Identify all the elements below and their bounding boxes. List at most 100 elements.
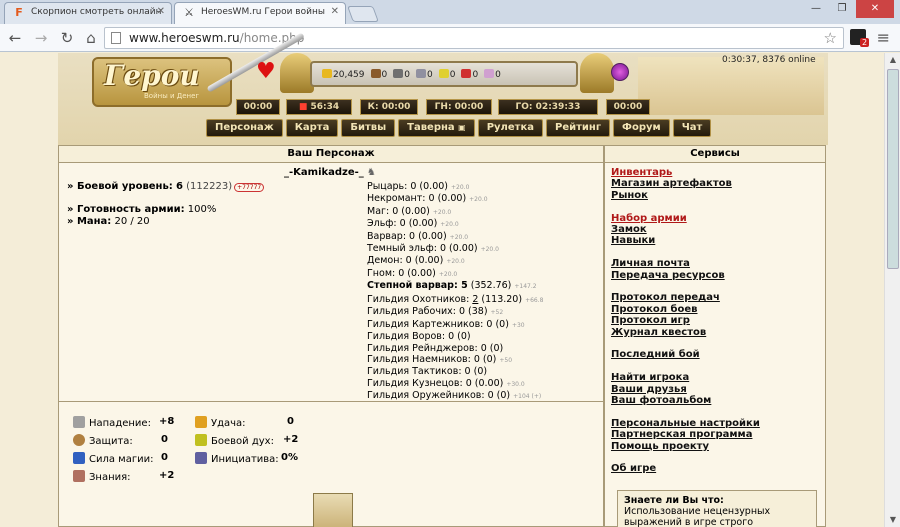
browser-tab-1[interactable]: F Скорпион смотреть онлайн ✕ [4,2,172,24]
did-you-know-box: Знаете ли Вы что: Использование нецензур… [617,490,817,527]
tab-favicon-icon: ⚔ [184,6,194,19]
timer-health: ■ 56:34 [286,99,352,115]
tab-label: HeroesWM.ru Герои войны [201,7,325,17]
service-castle-link[interactable]: Замок [611,224,760,235]
character-panel: Ваш Персонаж _-Kamikadze-_ ♞ » Боевой уро… [58,145,604,527]
service-photo-album-link[interactable]: Ваш фотоальбом [611,395,760,406]
ore-icon [393,68,404,78]
faction-row: Маг: 0 (0.00) +20.0 [367,205,452,217]
faction-row: Варвар: 0 (0.00) +20.0 [367,230,469,242]
service-find-player-link[interactable]: Найти игрока [611,372,760,383]
faction-row: Темный эльф: 0 (0.00) +20.0 [367,243,499,255]
maximize-icon[interactable]: ❐ [830,0,854,18]
browser-tab-2[interactable]: ⚔ HeroesWM.ru Герои войны ✕ [174,2,346,24]
services-panel: Сервисы Инвентарь Магазин артефактов Рын… [604,145,826,527]
service-transfer-log-link[interactable]: Протокол передач [611,292,760,303]
nav-character[interactable]: Персонаж [206,119,283,137]
nav-forum[interactable]: Форум [613,119,670,137]
gold-resource: 20,459 [322,68,365,80]
services-panel-title: Сервисы [605,146,825,163]
guild-row: Гильдия Охотников: 2 (113.20) +66.8 [367,294,544,305]
faction-row: Некромант: 0 (0.00) +20.0 [367,193,488,205]
morale-attr: Боевой дух: [195,434,274,448]
address-bar[interactable]: www.heroeswm.ru/home.php ☆ [104,27,844,49]
scroll-down-arrow-icon[interactable]: ▼ [885,513,900,527]
sulfur-icon [438,68,449,78]
nav-battles[interactable]: Битвы [341,119,396,137]
forward-arrow-icon[interactable]: → [32,29,50,47]
service-artifact-shop-link[interactable]: Магазин артефактов [611,178,760,189]
guild-row: Гильдия Рейнджеров: 0 (0) [367,342,504,354]
combat-level-row: » Боевой уровень: 6 (112223) +77777 [67,181,265,194]
service-last-battle-link[interactable]: Последний бой [611,349,760,360]
tab-favicon-icon: F [15,6,23,19]
new-tab-button[interactable] [347,6,379,22]
service-market-link[interactable]: Рынок [611,190,760,201]
health-heart-icon: ♥ [256,59,276,84]
crystals-icon [461,68,472,78]
service-game-log-link[interactable]: Протокол игр [611,315,760,326]
morale-value: +2 [283,434,299,445]
close-icon[interactable]: ✕ [157,6,165,17]
nav-rating[interactable]: Рейтинг [545,119,611,137]
service-help-project-link[interactable]: Помощь проекту [611,441,760,452]
minimize-icon[interactable]: — [804,0,828,18]
service-battle-log-link[interactable]: Протокол боев [611,304,760,315]
nav-tavern[interactable]: Таверна ▣ [398,119,475,137]
close-icon[interactable]: ✕ [331,6,339,17]
attack-value: +8 [159,416,175,427]
window-close-icon[interactable]: ✕ [856,0,894,18]
scroll-thumb[interactable] [887,69,899,269]
game-nav-menu: Персонаж Карта Битвы Таверна ▣ Рулетка Р… [206,119,712,137]
gold-icon [322,68,332,78]
defense-attr: Защита: [73,434,133,448]
faction-list: Рыцарь: 0 (0.00) +20.0 Некромант: 0 (0.00… [367,181,537,293]
extension-badge: 2 [860,38,870,47]
ornament-right [580,53,614,93]
service-friends-link[interactable]: Ваши друзья [611,384,760,395]
tip-text: Использование нецензурных выражений в иг… [624,506,771,527]
browser-menu-icon[interactable]: ≡ [877,28,890,47]
service-settings-link[interactable]: Персональные настройки [611,418,760,429]
artifact-sword-slot[interactable] [313,493,353,527]
service-about-link[interactable]: Об игре [611,463,760,474]
service-transfer-link[interactable]: Передача ресурсов [611,270,760,281]
nav-map[interactable]: Карта [285,119,339,137]
rainbow-icon [195,416,207,428]
page-icon [111,32,121,44]
timer-k: К: 00:00 [360,99,418,115]
gems-icon [484,68,495,78]
faction-row: Рыцарь: 0 (0.00) +20.0 [367,181,470,192]
page-scrollbar[interactable]: ▲ ▼ [884,53,900,527]
timer-1: 00:00 [236,99,280,115]
home-icon[interactable]: ⌂ [82,29,100,47]
guild-row: Гильдия Картежников: 0 (0) +30 [367,318,525,330]
browser-tabbar: F Скорпион смотреть онлайн ✕ ⚔ HeroesWM.… [0,0,900,24]
service-recruit-army-link[interactable]: Набор армии [611,213,760,224]
scroll-up-arrow-icon[interactable]: ▲ [885,53,900,67]
back-arrow-icon[interactable]: ← [6,29,24,47]
guild-row: Гильдия Тактиков: 0 (0) [367,366,488,378]
service-partner-link[interactable]: Партнерская программа [611,429,760,440]
nav-chat[interactable]: Чат [672,119,712,137]
spellpower-attr: Сила магии: [73,452,153,466]
service-skills-link[interactable]: Навыки [611,235,760,246]
initiative-value: 0% [281,452,298,463]
guild-row: Гильдия Рабочих: 0 (38) +52 [367,306,504,318]
guild-row: Гильдия Воров: 0 (0) [367,331,471,343]
timer-gn: ГН: 00:00 [426,99,492,115]
crystals-resource: 0 [461,68,478,80]
character-panel-title: Ваш Персонаж [59,146,603,163]
mercury-resource: 0 [415,68,433,80]
timer-go: ГО: 02:39:33 [498,99,598,115]
service-inventory-link[interactable]: Инвентарь [611,167,760,178]
reload-icon[interactable]: ↻ [58,29,76,47]
bookmark-star-icon[interactable]: ☆ [824,29,837,47]
service-mail-link[interactable]: Личная почта [611,258,760,269]
luck-attr: Удача: [195,416,246,430]
wood-resource: 0 [370,68,387,80]
window-controls: — ❐ ✕ [804,0,894,18]
service-quest-journal-link[interactable]: Журнал квестов [611,327,760,338]
faction-emblem-icon: ♞ [366,167,376,178]
nav-roulette[interactable]: Рулетка [477,119,543,137]
